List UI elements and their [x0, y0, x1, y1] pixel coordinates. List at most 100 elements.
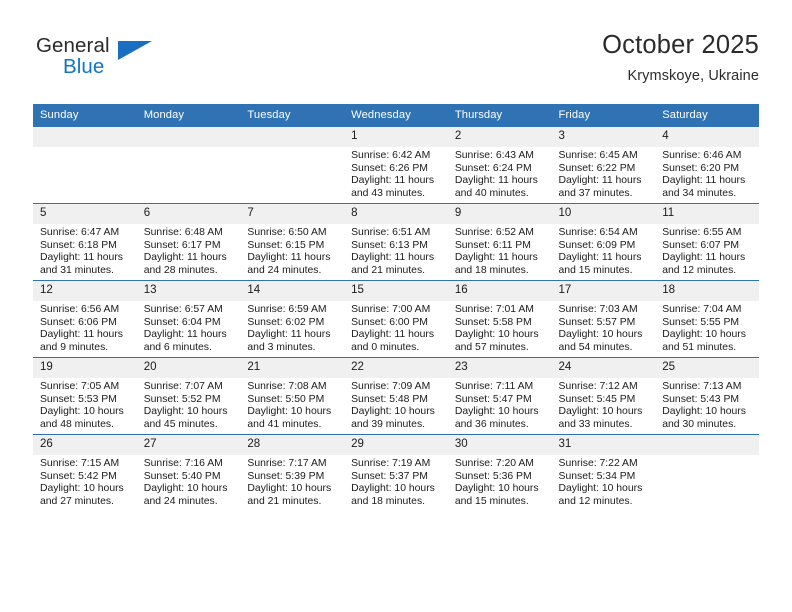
sunset-text: Sunset: 6:07 PM	[662, 239, 740, 251]
calendar-day-cell[interactable]: 14 Sunrise: 6:59 AM Sunset: 6:02 PM Dayligh…	[240, 280, 345, 358]
day-sun-info: Sunrise: 7:09 AM Sunset: 5:48 PM Daylight:…	[344, 378, 448, 431]
day-sun-info: Sunrise: 6:51 AM Sunset: 6:13 PM Daylight:…	[344, 224, 448, 277]
sunrise-text: Sunrise: 7:20 AM	[454, 458, 534, 469]
sunset-text: Sunset: 6:15 PM	[247, 239, 325, 251]
daylight-text: Daylight: 10 hours and 15 minutes.	[454, 483, 539, 507]
calendar-day-cell[interactable]: 4 Sunrise: 6:46 AM Sunset: 6:20 PM Daylight…	[655, 126, 759, 204]
day-number: 8	[344, 204, 448, 224]
sunrise-text: Sunrise: 6:50 AM	[247, 227, 327, 238]
calendar-day-cell[interactable]: 2 Sunrise: 6:43 AM Sunset: 6:24 PM Daylight…	[447, 126, 552, 204]
day-sun-info: Sunrise: 7:19 AM Sunset: 5:37 PM Daylight:…	[344, 455, 448, 508]
calendar-page: General Blue October 2025 Krymskoye, Ukr…	[0, 0, 792, 612]
calendar-day-cell[interactable]: 28 Sunrise: 7:17 AM Sunset: 5:39 PM Dayligh…	[240, 434, 345, 511]
sunrise-text: Sunrise: 6:42 AM	[351, 150, 431, 161]
day-sun-info: Sunrise: 7:00 AM Sunset: 6:00 PM Daylight:…	[344, 301, 448, 354]
daylight-text: Daylight: 10 hours and 24 minutes.	[143, 483, 228, 507]
sunrise-text: Sunrise: 7:17 AM	[247, 458, 327, 469]
daylight-text: Daylight: 11 hours and 28 minutes.	[143, 252, 227, 276]
sunset-text: Sunset: 5:45 PM	[558, 393, 636, 405]
sunrise-text: Sunrise: 7:03 AM	[558, 304, 638, 315]
sunrise-text: Sunrise: 7:13 AM	[662, 381, 742, 392]
day-number: 21	[240, 358, 345, 378]
calendar-day-cell[interactable]: 12 Sunrise: 6:56 AM Sunset: 6:06 PM Dayligh…	[33, 280, 137, 358]
daylight-text: Daylight: 10 hours and 21 minutes.	[247, 483, 332, 507]
day-number: 15	[344, 281, 448, 301]
calendar-day-cell-empty	[655, 434, 759, 511]
calendar-table: Sunday Monday Tuesday Wednesday Thursday…	[33, 104, 759, 511]
calendar-day-cell[interactable]: 17 Sunrise: 7:03 AM Sunset: 5:57 PM Dayligh…	[551, 280, 656, 358]
sunset-text: Sunset: 6:00 PM	[351, 316, 428, 328]
daylight-text: Daylight: 10 hours and 51 minutes.	[662, 329, 746, 353]
day-number: 9	[447, 204, 552, 224]
calendar-day-cell[interactable]: 20 Sunrise: 7:07 AM Sunset: 5:52 PM Dayligh…	[136, 357, 241, 435]
sunrise-text: Sunrise: 6:47 AM	[40, 227, 120, 238]
sunset-text: Sunset: 5:53 PM	[40, 393, 117, 405]
sunset-text: Sunset: 6:18 PM	[40, 239, 117, 251]
calendar-day-cell[interactable]: 27 Sunrise: 7:16 AM Sunset: 5:40 PM Dayligh…	[136, 434, 241, 511]
day-sun-info: Sunrise: 6:57 AM Sunset: 6:04 PM Daylight:…	[137, 301, 241, 354]
day-sun-info: Sunrise: 7:04 AM Sunset: 5:55 PM Daylight:…	[655, 301, 759, 354]
day-number: 25	[655, 358, 759, 378]
sunset-text: Sunset: 6:26 PM	[351, 162, 428, 174]
sunset-text: Sunset: 6:09 PM	[558, 239, 636, 251]
sunset-text: Sunset: 5:39 PM	[247, 470, 325, 482]
sunrise-text: Sunrise: 7:12 AM	[558, 381, 638, 392]
day-number	[136, 127, 241, 147]
day-number: 1	[344, 127, 448, 147]
calendar-day-cell[interactable]: 15 Sunrise: 7:00 AM Sunset: 6:00 PM Dayligh…	[344, 280, 448, 358]
day-sun-info: Sunrise: 7:11 AM Sunset: 5:47 PM Daylight:…	[448, 378, 552, 431]
daylight-text: Daylight: 10 hours and 45 minutes.	[143, 406, 228, 430]
sunrise-text: Sunrise: 6:51 AM	[351, 227, 431, 238]
calendar-day-cell[interactable]: 19 Sunrise: 7:05 AM Sunset: 5:53 PM Dayligh…	[33, 357, 137, 435]
day-number: 3	[551, 127, 656, 147]
sunrise-text: Sunrise: 7:00 AM	[351, 304, 431, 315]
day-number: 23	[447, 358, 552, 378]
calendar-day-cell[interactable]: 18 Sunrise: 7:04 AM Sunset: 5:55 PM Dayligh…	[655, 280, 759, 358]
calendar-day-cell[interactable]: 3 Sunrise: 6:45 AM Sunset: 6:22 PM Daylight…	[551, 126, 656, 204]
calendar-day-cell[interactable]: 11 Sunrise: 6:55 AM Sunset: 6:07 PM Dayligh…	[655, 203, 759, 281]
weekday-header-tuesday: Tuesday	[240, 104, 345, 127]
page-title: October 2025	[602, 31, 759, 59]
day-number: 4	[655, 127, 759, 147]
daylight-text: Daylight: 11 hours and 12 minutes.	[662, 252, 746, 276]
calendar-day-cell[interactable]: 29 Sunrise: 7:19 AM Sunset: 5:37 PM Dayligh…	[344, 434, 448, 511]
calendar-day-cell[interactable]: 26 Sunrise: 7:15 AM Sunset: 5:42 PM Dayligh…	[33, 434, 137, 511]
calendar-day-cell[interactable]: 25 Sunrise: 7:13 AM Sunset: 5:43 PM Dayligh…	[655, 357, 759, 435]
calendar-day-cell[interactable]: 22 Sunrise: 7:09 AM Sunset: 5:48 PM Dayligh…	[344, 357, 448, 435]
sunset-text: Sunset: 5:40 PM	[143, 470, 221, 482]
calendar-day-cell[interactable]: 31 Sunrise: 7:22 AM Sunset: 5:34 PM Dayligh…	[551, 434, 656, 511]
calendar-day-cell[interactable]: 10 Sunrise: 6:54 AM Sunset: 6:09 PM Dayligh…	[551, 203, 656, 281]
sunset-text: Sunset: 6:22 PM	[558, 162, 636, 174]
calendar-day-cell[interactable]: 13 Sunrise: 6:57 AM Sunset: 6:04 PM Dayligh…	[136, 280, 241, 358]
sunrise-text: Sunrise: 6:52 AM	[454, 227, 534, 238]
day-number: 11	[655, 204, 759, 224]
calendar-day-cell[interactable]: 24 Sunrise: 7:12 AM Sunset: 5:45 PM Dayligh…	[551, 357, 656, 435]
day-sun-info: Sunrise: 6:55 AM Sunset: 6:07 PM Daylight:…	[655, 224, 759, 277]
sunrise-text: Sunrise: 7:09 AM	[351, 381, 431, 392]
calendar-day-cell[interactable]: 5 Sunrise: 6:47 AM Sunset: 6:18 PM Daylight…	[33, 203, 137, 281]
day-sun-info: Sunrise: 6:47 AM Sunset: 6:18 PM Daylight:…	[33, 224, 137, 277]
day-sun-info: Sunrise: 6:54 AM Sunset: 6:09 PM Daylight:…	[552, 224, 656, 277]
sunrise-text: Sunrise: 7:07 AM	[143, 381, 223, 392]
calendar-day-cell[interactable]: 1 Sunrise: 6:42 AM Sunset: 6:26 PM Daylight…	[344, 126, 448, 204]
calendar-day-cell[interactable]: 9 Sunrise: 6:52 AM Sunset: 6:11 PM Daylight…	[447, 203, 552, 281]
sunset-text: Sunset: 5:52 PM	[143, 393, 221, 405]
calendar-day-cell[interactable]: 30 Sunrise: 7:20 AM Sunset: 5:36 PM Dayligh…	[447, 434, 552, 511]
calendar-day-cell[interactable]: 7 Sunrise: 6:50 AM Sunset: 6:15 PM Daylight…	[240, 203, 345, 281]
daylight-text: Daylight: 11 hours and 18 minutes.	[454, 252, 538, 276]
sunrise-text: Sunrise: 6:45 AM	[558, 150, 638, 161]
general-blue-logo[interactable]: General Blue	[33, 34, 233, 90]
day-number: 7	[240, 204, 345, 224]
sunset-text: Sunset: 6:02 PM	[247, 316, 325, 328]
calendar-day-cell[interactable]: 6 Sunrise: 6:48 AM Sunset: 6:17 PM Daylight…	[136, 203, 241, 281]
day-sun-info: Sunrise: 7:03 AM Sunset: 5:57 PM Daylight:…	[552, 301, 656, 354]
day-sun-info: Sunrise: 6:59 AM Sunset: 6:02 PM Daylight:…	[240, 301, 344, 354]
calendar-day-cell[interactable]: 16 Sunrise: 7:01 AM Sunset: 5:58 PM Dayligh…	[447, 280, 552, 358]
calendar-day-cell[interactable]: 21 Sunrise: 7:08 AM Sunset: 5:50 PM Dayligh…	[240, 357, 345, 435]
title-block: October 2025 Krymskoye, Ukraine	[602, 30, 759, 86]
day-sun-info: Sunrise: 6:46 AM Sunset: 6:20 PM Daylight:…	[655, 147, 759, 200]
calendar-day-cell[interactable]: 8 Sunrise: 6:51 AM Sunset: 6:13 PM Daylight…	[344, 203, 448, 281]
daylight-text: Daylight: 11 hours and 3 minutes.	[247, 329, 331, 353]
calendar-day-cell[interactable]: 23 Sunrise: 7:11 AM Sunset: 5:47 PM Dayligh…	[447, 357, 552, 435]
daylight-text: Daylight: 10 hours and 39 minutes.	[351, 406, 435, 430]
